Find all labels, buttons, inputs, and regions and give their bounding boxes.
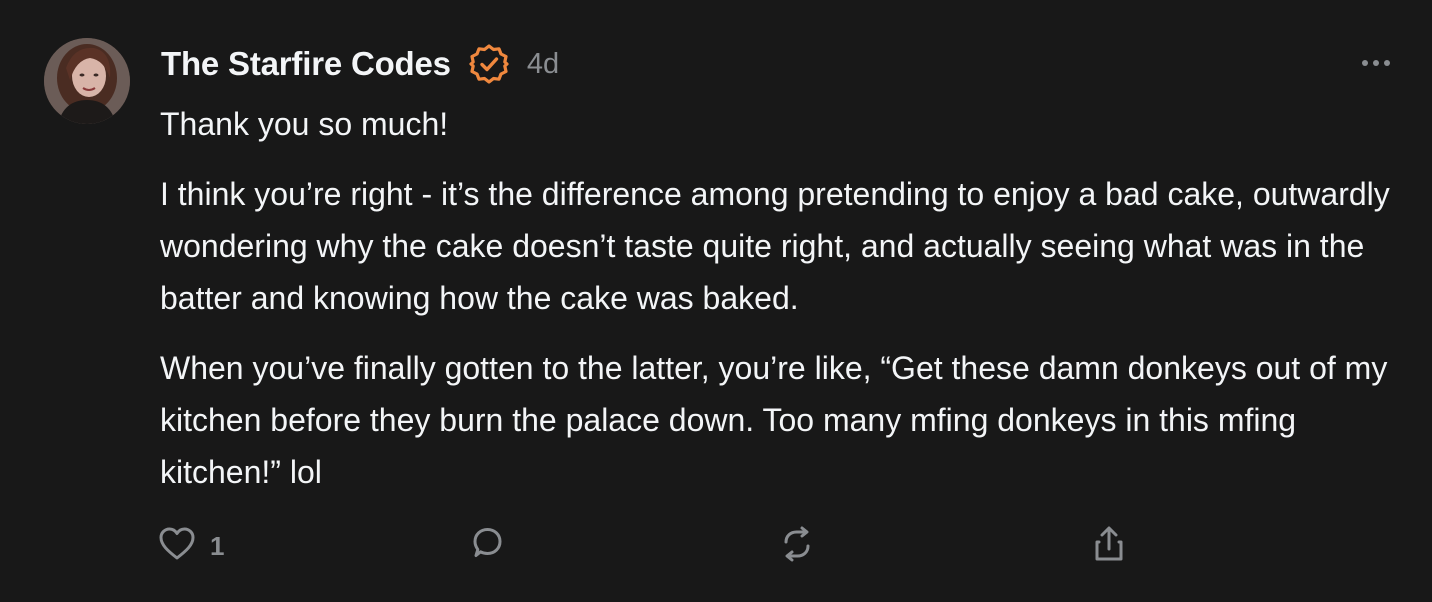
post-header: The Starfire Codes 4d bbox=[161, 42, 559, 86]
reply-post: The Starfire Codes 4d Thank you so much!… bbox=[0, 0, 1432, 602]
post-paragraph: Thank you so much! bbox=[160, 106, 449, 142]
verified-badge-icon bbox=[469, 44, 509, 84]
avatar-image bbox=[44, 38, 130, 124]
post-paragraph: I think you’re right - it’s the differen… bbox=[160, 176, 1390, 316]
like-button[interactable]: 1 bbox=[158, 522, 224, 570]
like-count: 1 bbox=[210, 530, 225, 561]
share-icon bbox=[1090, 524, 1128, 569]
share-button[interactable] bbox=[1090, 522, 1128, 570]
repost-button[interactable] bbox=[778, 522, 816, 570]
post-timestamp: 4d bbox=[526, 47, 560, 80]
comment-icon bbox=[468, 525, 506, 568]
post-actions: 1 bbox=[158, 522, 1138, 570]
author-avatar[interactable] bbox=[44, 38, 130, 124]
repost-icon bbox=[778, 525, 816, 568]
heart-icon bbox=[158, 526, 196, 567]
post-paragraph: When you’ve finally gotten to the latter… bbox=[160, 350, 1388, 490]
more-options-icon[interactable] bbox=[1358, 48, 1394, 78]
post-body: Thank you so much! I think you’re right … bbox=[160, 98, 1400, 516]
author-name[interactable]: The Starfire Codes bbox=[161, 45, 451, 83]
reply-button[interactable] bbox=[468, 522, 506, 570]
